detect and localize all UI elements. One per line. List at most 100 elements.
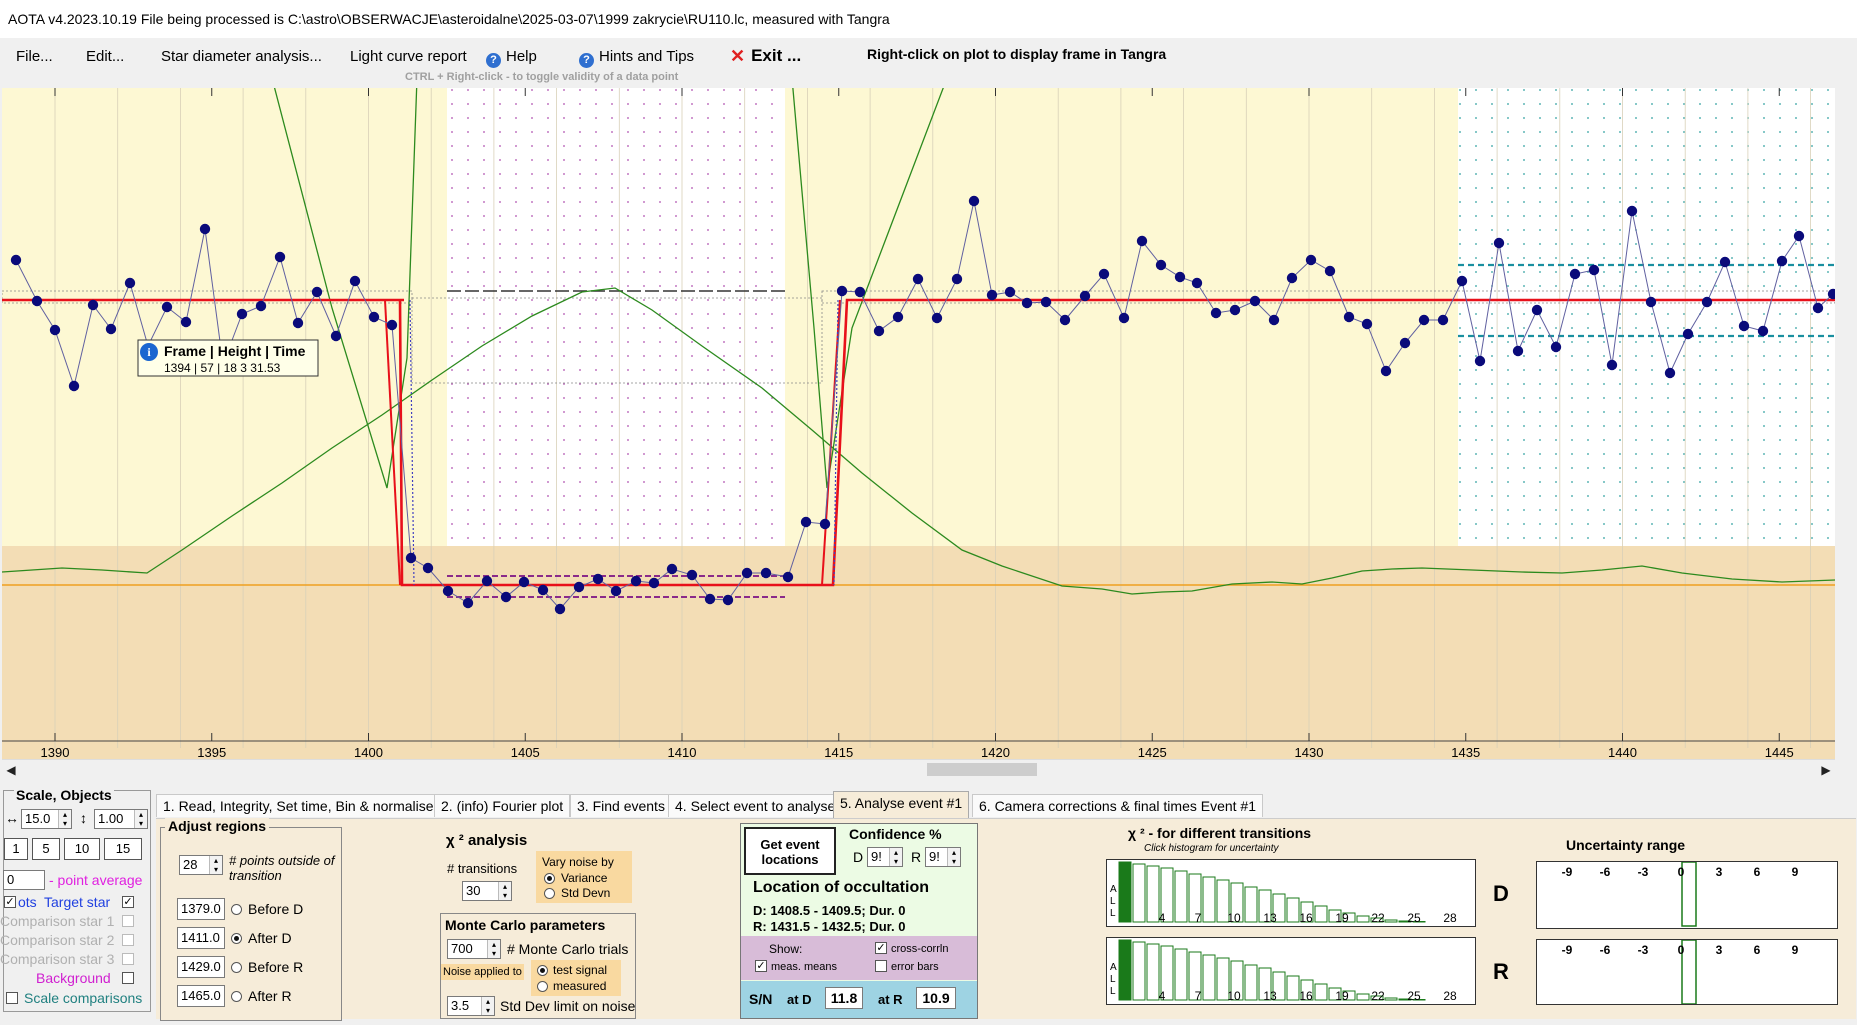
data-point[interactable] [518,576,530,588]
data-point[interactable] [1757,325,1769,337]
data-point[interactable] [1021,297,1033,309]
menu-star-diameter[interactable]: Star diameter analysis... [161,48,322,65]
data-point[interactable] [1040,296,1052,308]
data-point[interactable] [951,273,963,285]
data-point[interactable] [1305,254,1317,266]
after-d-radio[interactable] [231,933,242,944]
transitions-spinner[interactable]: 30 [462,881,512,901]
data-point[interactable] [1456,275,1468,287]
cross-corrln-checkbox[interactable]: ✓ [875,942,887,954]
data-point[interactable] [1079,290,1091,302]
data-point[interactable] [554,603,566,615]
data-point[interactable] [931,312,943,324]
comparison-star-3-checkbox[interactable] [122,953,134,965]
data-point[interactable] [630,575,642,587]
histogram-bar[interactable] [1286,897,1300,923]
data-point[interactable] [500,591,512,603]
data-point[interactable] [704,593,716,605]
data-point[interactable] [1380,365,1392,377]
tab-read-integrity[interactable]: 1. Read, Integrity, Set time, Bin & norm… [156,794,441,817]
data-point[interactable] [1004,286,1016,298]
data-point[interactable] [1493,237,1505,249]
data-point[interactable] [537,584,549,596]
data-point[interactable] [854,286,866,298]
data-point[interactable] [741,567,753,579]
histogram-bar[interactable] [1384,997,1398,1001]
measured-radio[interactable] [537,981,548,992]
data-point[interactable] [105,323,117,335]
menu-file[interactable]: File... [16,48,53,65]
histogram-bar[interactable] [1146,943,1160,1001]
data-point[interactable] [1474,355,1486,367]
menu-help[interactable]: ? Help [486,48,537,68]
d-chi2-histogram[interactable]: ALL471013161922252831 [1106,859,1476,927]
histogram-bar[interactable] [1384,919,1398,923]
histogram-bar[interactable] [1174,948,1188,1001]
before-r-field[interactable]: 1429.0 [177,956,225,978]
after-r-radio[interactable] [231,991,242,1002]
data-point[interactable] [1701,296,1713,308]
variance-radio[interactable] [544,873,555,884]
data-point[interactable] [1793,230,1805,242]
data-point[interactable] [368,311,380,323]
data-point[interactable] [800,516,812,528]
data-point[interactable] [1437,314,1449,326]
data-point[interactable] [610,585,622,597]
data-point[interactable] [236,308,248,320]
light-curve-plot[interactable]: 1390 1395 1400 1405 1410 1415 1420 1425 1430 1435… [2,88,1835,759]
scale-comparisons-checkbox[interactable] [6,992,18,1004]
data-point[interactable] [1719,256,1731,268]
data-point[interactable] [1606,359,1618,371]
data-point[interactable] [1059,314,1071,326]
data-point[interactable] [1324,265,1336,277]
scroll-right-icon[interactable]: ▶ [1817,760,1835,780]
data-point[interactable] [1682,328,1694,340]
data-point[interactable] [124,277,136,289]
test-signal-radio[interactable] [537,965,548,976]
histogram-bar[interactable] [1314,905,1328,923]
plot-horizontal-scrollbar[interactable]: ◀ ▶ [2,759,1835,780]
data-point[interactable] [386,319,398,331]
data-point[interactable] [1118,312,1130,324]
data-point[interactable] [1174,271,1186,283]
data-point[interactable] [592,573,604,585]
data-point[interactable] [405,552,417,564]
data-point[interactable] [722,594,734,606]
points-outside-spinner[interactable]: 28 [179,855,223,875]
histogram-bar[interactable] [1314,983,1328,1001]
data-point[interactable] [686,569,698,581]
data-point[interactable] [274,251,286,263]
scale-15-button[interactable]: 15 [104,838,142,860]
data-point[interactable] [1098,268,1110,280]
data-point[interactable] [1588,264,1600,276]
comparison-star-1-checkbox[interactable] [122,915,134,927]
data-point[interactable] [666,563,678,575]
std-limit-spinner[interactable]: 3.5 [447,996,495,1016]
data-point[interactable] [1399,337,1411,349]
after-d-field[interactable]: 1411.0 [177,927,225,949]
data-point[interactable] [1418,314,1430,326]
plots-checkbox[interactable]: ✓ [4,896,16,908]
histogram-bar[interactable] [1118,861,1132,923]
tab-analyse-event[interactable]: 5. Analyse event #1 [833,791,970,818]
histogram-bar[interactable] [1286,975,1300,1001]
data-point[interactable] [1512,345,1524,357]
data-point[interactable] [1343,311,1355,323]
data-point[interactable] [1249,295,1261,307]
confidence-r-spinner[interactable]: 9! [925,847,961,867]
data-point[interactable] [873,325,885,337]
data-point[interactable] [10,254,22,266]
v-scale-spinner[interactable]: 1.00 [94,809,148,829]
data-point[interactable] [87,299,99,311]
data-point[interactable] [819,518,831,530]
data-point[interactable] [330,330,342,342]
target-star-checkbox[interactable]: ✓ [122,896,134,908]
data-point[interactable] [1210,307,1222,319]
r-chi2-histogram[interactable]: ALL471013161922252831 [1106,937,1476,1005]
data-point[interactable] [255,300,267,312]
meas-means-checkbox[interactable]: ✓ [755,960,767,972]
histogram-bar[interactable] [1356,915,1370,923]
data-point[interactable] [31,295,43,307]
get-event-locations-button[interactable]: Get event locations [744,827,836,875]
menu-hints-tips[interactable]: ? Hints and Tips [579,48,694,68]
